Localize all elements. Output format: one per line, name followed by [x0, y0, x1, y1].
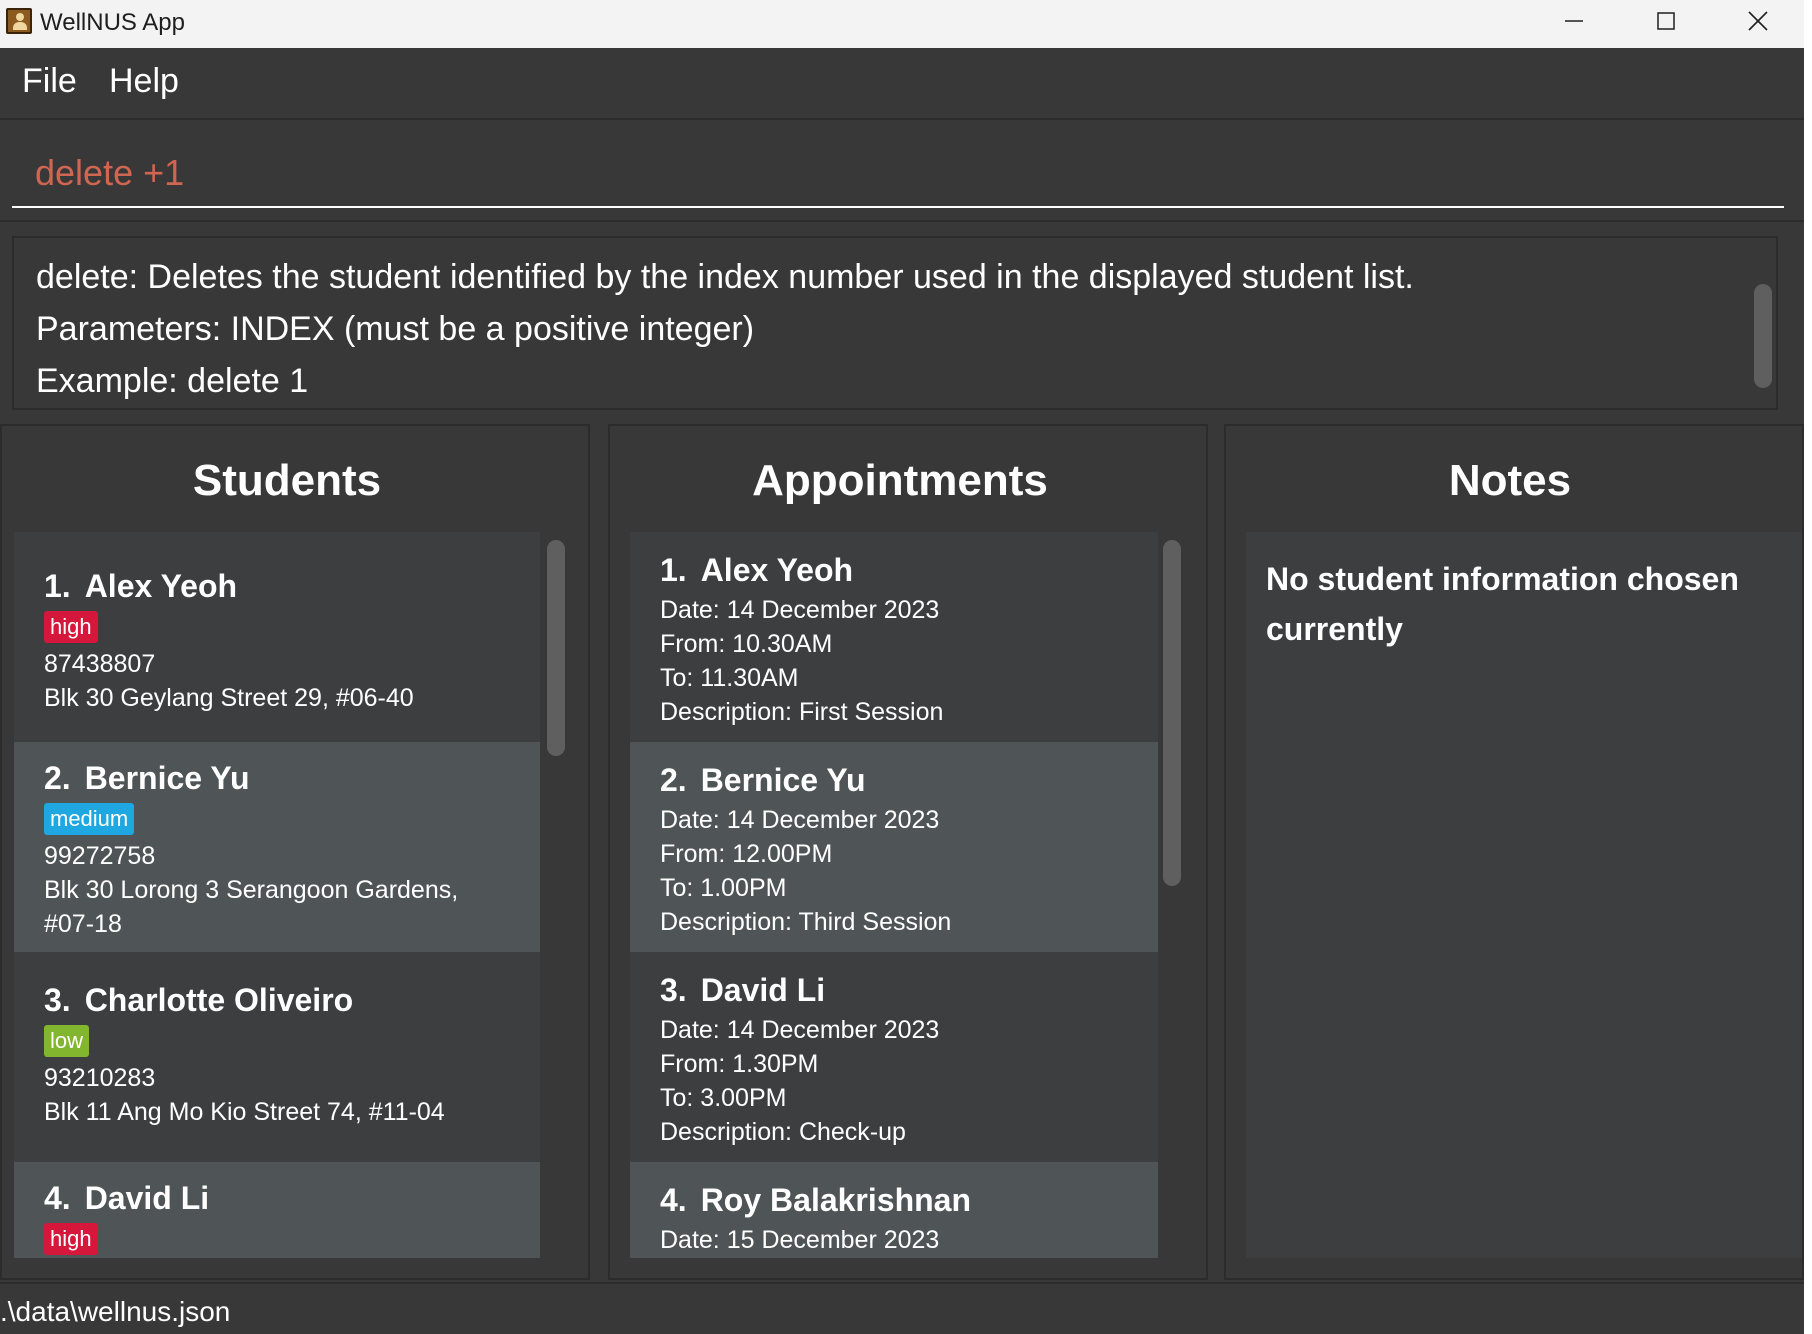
minimize-button[interactable] — [1528, 0, 1620, 42]
appointments-panel: Appointments 1. Alex Yeoh Date: 14 Decemb… — [608, 424, 1208, 1280]
student-list: 1. Alex Yeoh high 87438807 Blk 30 Geylang… — [14, 532, 540, 1258]
student-phone: 87438807 — [44, 650, 156, 678]
student-phone: 99272758 — [44, 842, 156, 870]
notes-panel: Notes No student information chosen curr… — [1224, 424, 1804, 1280]
appointment-to: To: 1.00PM — [660, 874, 787, 902]
appointment-card[interactable]: 2. Bernice Yu Date: 14 December 2023 From… — [630, 742, 1158, 952]
window-title: WellNUS App — [40, 9, 185, 36]
result-display: delete: Deletes the student identified b… — [12, 236, 1778, 410]
students-panel-title: Students — [192, 456, 382, 505]
student-name: 4. David Li — [44, 1180, 210, 1216]
appointment-card[interactable]: 3. David Li Date: 14 December 2023 From: … — [630, 952, 1158, 1162]
command-input[interactable] — [12, 140, 1784, 208]
student-phone: 93210283 — [44, 1064, 156, 1092]
student-address-cont: #07-18 — [44, 910, 122, 938]
appointment-card[interactable]: 1. Alex Yeoh Date: 14 December 2023 From:… — [630, 532, 1158, 742]
appointment-description: Description: Third Session — [660, 908, 952, 936]
student-card[interactable]: 4. David Li high — [14, 1162, 540, 1258]
appointment-list: 1. Alex Yeoh Date: 14 December 2023 From:… — [630, 532, 1158, 1258]
student-card[interactable]: 3. Charlotte Oliveiro low 93210283 Blk 11… — [14, 952, 540, 1162]
students-panel: Students 1. Alex Yeoh high 87438807 Blk 3… — [0, 424, 590, 1280]
priority-tag: medium — [44, 803, 135, 835]
result-text-line: delete: Deletes the student identified b… — [36, 258, 1414, 296]
notes-panel-title: Notes — [1448, 456, 1572, 505]
appointment-description: Description: First Session — [660, 698, 944, 726]
title-bar: WellNUS App — [0, 0, 1804, 48]
menu-bar: File Help — [0, 48, 1804, 120]
student-list-scrollbar[interactable] — [547, 540, 565, 756]
priority-tag: high — [44, 611, 98, 643]
appointment-name: 1. Alex Yeoh — [660, 552, 854, 588]
student-name: 3. Charlotte Oliveiro — [44, 982, 354, 1018]
menu-help[interactable]: Help — [109, 62, 179, 101]
appointment-name: 2. Bernice Yu — [660, 762, 866, 798]
appointment-date: Date: 15 December 2023 — [660, 1226, 940, 1254]
appointment-date: Date: 14 December 2023 — [660, 596, 940, 624]
maximize-icon — [1657, 12, 1675, 30]
data-file-path: .\data\wellnus.json — [0, 1296, 231, 1327]
close-button[interactable] — [1712, 0, 1804, 42]
notes-content: No student information chosen currently — [1246, 532, 1802, 1258]
command-box — [0, 122, 1804, 222]
student-address: Blk 30 Geylang Street 29, #06-40 — [44, 684, 414, 712]
maximize-button[interactable] — [1620, 0, 1712, 42]
appointment-list-scrollbar[interactable] — [1163, 540, 1181, 886]
result-text-line: Example: delete 1 — [36, 362, 309, 400]
student-name: 1. Alex Yeoh — [44, 568, 238, 604]
status-bar: .\data\wellnus.json — [0, 1282, 1804, 1334]
student-address: Blk 30 Lorong 3 Serangoon Gardens, — [44, 876, 459, 904]
result-scrollbar[interactable] — [1754, 284, 1772, 388]
appointment-description: Description: Check-up — [660, 1118, 906, 1146]
priority-tag: low — [44, 1025, 90, 1057]
app-window: WellNUS App File Help delete: Deletes th… — [0, 0, 1804, 1334]
appointment-from: From: 10.30AM — [660, 630, 833, 658]
close-icon — [1748, 11, 1768, 31]
student-address: Blk 11 Ang Mo Kio Street 74, #11-04 — [44, 1098, 445, 1126]
appointment-from: From: 1.30PM — [660, 1050, 819, 1078]
menu-file[interactable]: File — [22, 62, 77, 101]
app-logo-icon — [6, 8, 32, 34]
appointments-panel-title: Appointments — [752, 456, 1048, 505]
appointment-name: 3. David Li — [660, 972, 826, 1008]
appointment-card[interactable]: 4. Roy Balakrishnan Date: 15 December 202… — [630, 1162, 1158, 1258]
appointment-from: From: 12.00PM — [660, 840, 833, 868]
student-name: 2. Bernice Yu — [44, 760, 250, 796]
student-card[interactable]: 2. Bernice Yu medium 99272758 Blk 30 Loro… — [14, 742, 540, 952]
appointment-date: Date: 14 December 2023 — [660, 806, 940, 834]
appointment-date: Date: 14 December 2023 — [660, 1016, 940, 1044]
priority-tag: high — [44, 1223, 98, 1255]
appointment-name: 4. Roy Balakrishnan — [660, 1182, 971, 1218]
appointment-to: To: 3.00PM — [660, 1084, 787, 1112]
student-card[interactable]: 1. Alex Yeoh high 87438807 Blk 30 Geylang… — [14, 532, 540, 742]
minimize-icon — [1565, 20, 1583, 22]
notes-placeholder-text: No student information chosen currently — [1266, 561, 1739, 647]
result-text-line: Parameters: INDEX (must be a positive in… — [36, 310, 755, 348]
appointment-to: To: 11.30AM — [660, 664, 799, 692]
